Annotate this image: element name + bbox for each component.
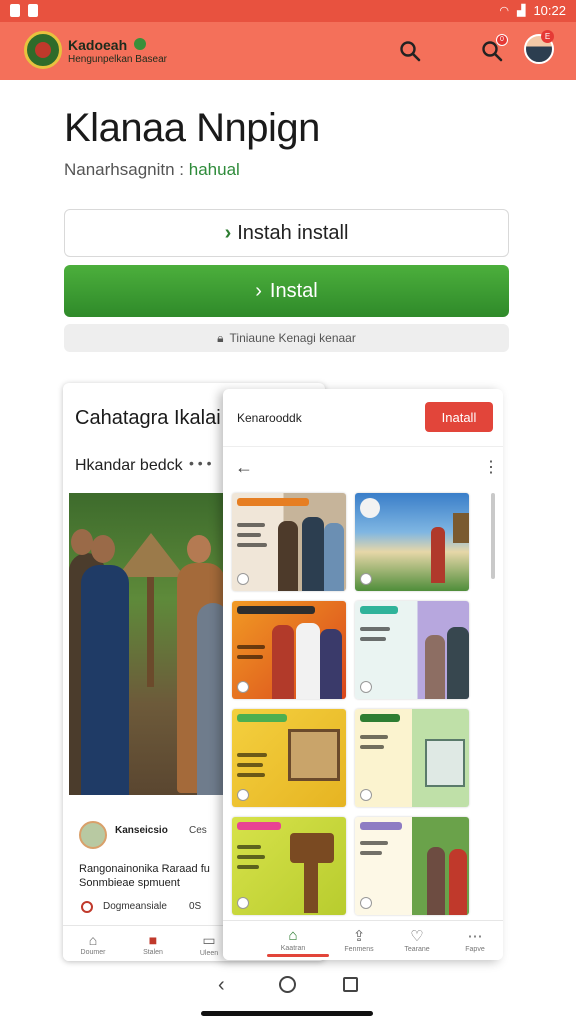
subtitle-prefix: Nanarhsagnitn : <box>64 160 189 179</box>
front-card-bottom-nav: ⌂ Kaatran ⇪ Fenmens ♡ Tearane ⋯ Fapve <box>223 920 503 960</box>
author-name: Kanseicsio <box>115 825 168 836</box>
grid-tile[interactable] <box>355 709 469 807</box>
subtitle-accent[interactable]: hahual <box>189 160 240 179</box>
app-bar: Kadoeah Hengunpelkan Basear 0 E <box>0 22 576 80</box>
home-icon: ⌂ <box>88 932 98 948</box>
nav-item-favorites[interactable]: ♡ Tearane <box>387 927 447 953</box>
install-hint: 🔒︎ Tiniaune Kenagi kenaar <box>64 324 509 352</box>
page-title: Klanaa Nnpign <box>64 106 320 150</box>
grid-tile[interactable] <box>355 817 469 915</box>
community-photo <box>69 493 229 795</box>
more-horizontal-icon: ⋯ <box>467 928 483 945</box>
grid-tile[interactable] <box>232 493 346 591</box>
home-icon: ⌂ <box>288 927 298 944</box>
avatar-badge: E <box>541 30 554 43</box>
system-navigation: ‹ <box>0 964 576 1024</box>
grid-tile[interactable] <box>232 817 346 915</box>
wifi-icon: ◠ <box>499 5 509 17</box>
brand-status-dot <box>134 38 146 50</box>
search-icon[interactable] <box>398 39 422 63</box>
brand-name: Kadoeah <box>68 37 128 53</box>
secondary-install-label: Instah install <box>237 221 349 244</box>
page-subtitle: Nanarhsagnitn : hahual <box>64 160 240 180</box>
more-vert-icon[interactable]: ⋮ <box>483 457 499 477</box>
sim-icon <box>28 4 38 17</box>
card-title: Cahatagra Ikalai <box>75 407 221 429</box>
card-description-line1: Rangonainonika Raraad fu <box>79 863 210 875</box>
heart-icon: ♡ <box>410 928 424 945</box>
notification-icon <box>10 4 20 17</box>
card-footer-label: Dogmeansiale <box>103 901 167 912</box>
bag-icon: ■ <box>148 932 158 948</box>
grid-tile[interactable] <box>355 601 469 699</box>
nav-item-store[interactable]: ■ Stalen <box>123 932 183 956</box>
system-home-icon[interactable] <box>279 976 296 993</box>
nav-item-home[interactable]: ⌂ Doumer <box>63 932 123 956</box>
system-back-icon[interactable]: ‹ <box>218 974 225 997</box>
grid-tile[interactable] <box>355 493 469 591</box>
brand-logo[interactable] <box>24 31 62 69</box>
nav-item-home[interactable]: ⌂ Kaatran <box>263 927 323 952</box>
info-icon <box>81 901 93 913</box>
nav-item-share[interactable]: ⇪ Fenmens <box>329 927 389 953</box>
install-button[interactable]: › Instal <box>64 265 509 317</box>
nav-item-more[interactable]: ⋯ Fapve <box>445 927 503 953</box>
chevron-right-icon: › <box>255 279 262 302</box>
install-label: Instal <box>269 279 318 302</box>
signal-icon: ▟ <box>516 5 526 17</box>
active-tab-indicator <box>267 954 329 957</box>
install-hint-text: Tiniaune Kenagi kenaar <box>229 331 356 345</box>
scrollbar[interactable] <box>491 493 495 579</box>
secondary-install-button[interactable]: › Instah install <box>64 209 509 257</box>
chevron-right-icon: › <box>224 221 232 244</box>
front-install-button[interactable]: Inatall <box>425 402 493 432</box>
system-recents-icon[interactable] <box>343 977 358 992</box>
card-subtitle: Hkandar bedck <box>75 457 183 474</box>
author-avatar[interactable] <box>79 821 107 849</box>
notification-badge: 0 <box>496 34 508 46</box>
more-horizontal-icon[interactable]: • • • <box>189 455 211 471</box>
lock-icon: 🔒︎ <box>217 330 224 345</box>
status-time: 10:22 <box>533 3 566 18</box>
grid-tile[interactable] <box>232 601 346 699</box>
status-bar: ◠ ▟ 10:22 <box>0 0 576 22</box>
card-description-line2: Sonmbieae spmuent <box>79 877 180 889</box>
screenshot-card-front[interactable]: Kenarooddk Inatall ← ⋮ ⌂ Kaatran ⇪ Fenme… <box>223 389 503 960</box>
share-icon: ⇪ <box>352 928 366 945</box>
front-card-header: Kenarooddk Inatall <box>223 389 503 447</box>
grid-tile[interactable] <box>232 709 346 807</box>
brand-subtitle: Hengunpelkan Basear <box>68 54 167 65</box>
home-indicator[interactable] <box>201 1011 373 1016</box>
card-footer-number: 0S <box>189 901 202 912</box>
author-meta: Ces <box>189 825 207 836</box>
back-arrow-icon[interactable]: ← <box>235 457 253 478</box>
front-card-title: Kenarooddk <box>237 411 302 425</box>
